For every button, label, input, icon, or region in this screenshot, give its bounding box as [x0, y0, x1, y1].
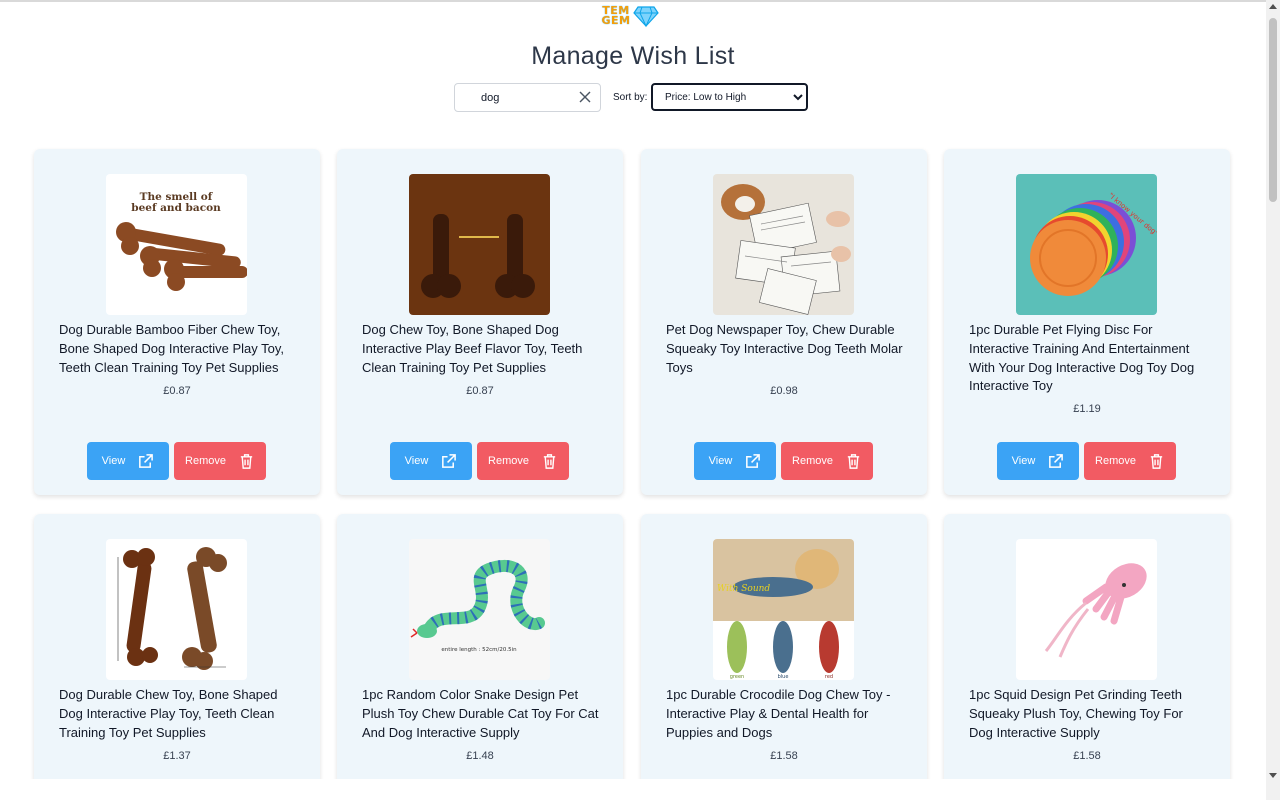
view-label: View: [404, 455, 429, 467]
product-image[interactable]: With Sound green blue red: [713, 539, 854, 680]
product-card: Pet Dog Newspaper Toy, Chew Durable Sque…: [641, 149, 927, 495]
view-label: View: [101, 455, 126, 467]
product-image[interactable]: entire length : 52cm/20.5in: [409, 539, 550, 680]
page-title: Manage Wish List: [531, 42, 735, 70]
product-name[interactable]: Dog Durable Chew Toy, Bone Shaped Dog In…: [59, 686, 299, 742]
product-card: With Sound green blue red 1pc Durable Cr…: [641, 514, 927, 800]
product-price: £1.19: [1073, 403, 1101, 415]
view-label: View: [1011, 455, 1036, 467]
product-image[interactable]: [409, 174, 550, 315]
remove-button[interactable]: Remove: [1084, 442, 1176, 480]
image-caption: beef and bacon: [131, 202, 221, 214]
product-name[interactable]: 1pc Durable Crocodile Dog Chew Toy - Int…: [666, 686, 906, 742]
remove-label: Remove: [792, 455, 833, 467]
search-input[interactable]: [463, 88, 573, 108]
remove-button[interactable]: Remove: [781, 442, 873, 480]
squid-toy-image: [1016, 539, 1157, 680]
product-card: Dog Durable Chew Toy, Bone Shaped Dog In…: [34, 514, 320, 800]
image-caption: entire length : 52cm/20.5in: [441, 647, 517, 653]
bone-chew-image: [106, 539, 247, 680]
snake-toy-image: entire length : 52cm/20.5in: [409, 539, 550, 680]
product-card: Dog Chew Toy, Bone Shaped Dog Interactiv…: [337, 149, 623, 495]
product-price: £1.48: [466, 750, 494, 762]
product-card: entire length : 52cm/20.5in 1pc Random C…: [337, 514, 623, 800]
remove-button[interactable]: Remove: [174, 442, 266, 480]
crocodile-toy-image: With Sound green blue red: [713, 539, 854, 680]
logo-text: TEM GEM: [599, 5, 633, 27]
external-link-icon: [746, 453, 761, 468]
product-name[interactable]: Pet Dog Newspaper Toy, Chew Durable Sque…: [666, 321, 906, 377]
bone-chew-image: [409, 174, 550, 315]
product-card: The smell of beef and bacon Dog Durable …: [34, 149, 320, 495]
product-image[interactable]: "I know your dog": [1016, 174, 1157, 315]
scroll-up-arrow-icon[interactable]: [1269, 4, 1277, 9]
product-name[interactable]: Dog Chew Toy, Bone Shaped Dog Interactiv…: [362, 321, 602, 377]
image-caption: green: [730, 674, 744, 680]
page-bottom: [0, 779, 1266, 800]
external-link-icon: [442, 453, 457, 468]
product-card: 1pc Squid Design Pet Grinding Teeth Sque…: [944, 514, 1230, 800]
view-button[interactable]: View: [87, 442, 169, 480]
product-name[interactable]: 1pc Random Color Snake Design Pet Plush …: [362, 686, 602, 742]
product-price: £0.87: [163, 385, 191, 397]
scroll-thumb[interactable]: [1269, 18, 1277, 202]
remove-button[interactable]: Remove: [477, 442, 569, 480]
product-price: £1.58: [1073, 750, 1101, 762]
trash-icon: [1150, 453, 1163, 469]
product-price: £0.87: [466, 385, 494, 397]
view-button[interactable]: View: [390, 442, 472, 480]
remove-label: Remove: [185, 455, 226, 467]
newspaper-toy-image: [713, 174, 854, 315]
sort-label: Sort by:: [613, 92, 648, 103]
trash-icon: [847, 453, 860, 469]
product-price: £0.98: [770, 385, 798, 397]
trash-icon: [543, 453, 556, 469]
close-icon[interactable]: [578, 90, 592, 104]
view-button[interactable]: View: [694, 442, 776, 480]
product-price: £1.58: [770, 750, 798, 762]
site-logo[interactable]: TEM GEM: [599, 2, 665, 30]
flying-disc-image: "I know your dog": [1016, 174, 1157, 315]
product-image[interactable]: [1016, 539, 1157, 680]
view-label: View: [708, 455, 733, 467]
external-link-icon: [1049, 453, 1064, 468]
image-caption: With Sound: [717, 584, 770, 594]
trash-icon: [240, 453, 253, 469]
logo-line-2: GEM: [601, 14, 631, 27]
remove-label: Remove: [488, 455, 529, 467]
search-box[interactable]: [454, 83, 601, 112]
scroll-down-arrow-icon[interactable]: [1269, 773, 1277, 778]
gem-icon: [633, 6, 659, 28]
sort-select[interactable]: Price: Low to High: [651, 83, 808, 111]
image-caption: blue: [778, 674, 789, 680]
product-price: £1.37: [163, 750, 191, 762]
product-image[interactable]: [713, 174, 854, 315]
product-card: "I know your dog" 1pc Durable Pet Flying…: [944, 149, 1230, 495]
product-image[interactable]: [106, 539, 247, 680]
product-name[interactable]: 1pc Squid Design Pet Grinding Teeth Sque…: [969, 686, 1209, 742]
remove-label: Remove: [1095, 455, 1136, 467]
product-image[interactable]: The smell of beef and bacon: [106, 174, 247, 315]
image-caption: red: [825, 674, 833, 680]
external-link-icon: [139, 453, 154, 468]
product-name[interactable]: Dog Durable Bamboo Fiber Chew Toy, Bone …: [59, 321, 299, 377]
scrollbar[interactable]: [1266, 0, 1280, 800]
bone-chew-image: The smell of beef and bacon: [106, 174, 247, 315]
product-name[interactable]: 1pc Durable Pet Flying Disc For Interact…: [969, 321, 1209, 396]
view-button[interactable]: View: [997, 442, 1079, 480]
